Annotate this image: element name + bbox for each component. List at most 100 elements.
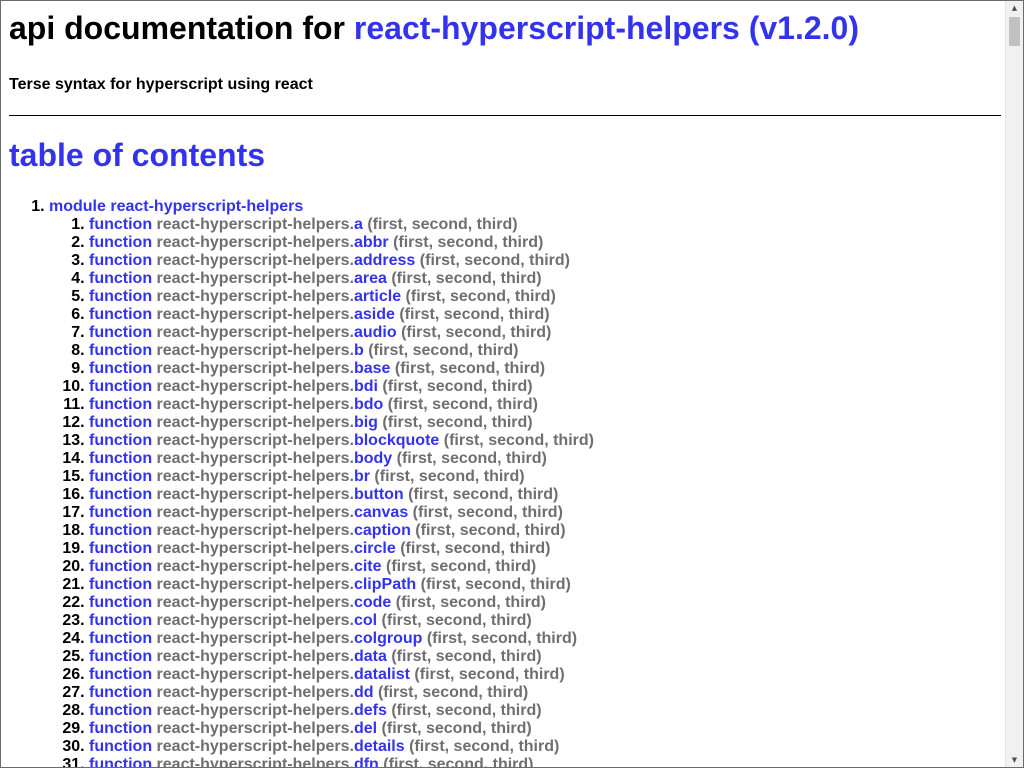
function-namespace: react-hyperscript-helpers. xyxy=(156,234,354,251)
function-keyword-link[interactable]: function xyxy=(89,252,152,269)
function-args: (first, second, third) xyxy=(383,756,534,768)
function-keyword-link[interactable]: function xyxy=(89,612,152,629)
function-keyword-link[interactable]: function xyxy=(89,468,152,485)
function-name-link[interactable]: caption xyxy=(354,522,411,539)
package-link[interactable]: react-hyperscript-helpers (v1.2.0) xyxy=(354,10,859,46)
scroll-down-arrow-icon[interactable]: ▼ xyxy=(1006,753,1023,767)
function-namespace: react-hyperscript-helpers. xyxy=(156,630,354,647)
function-keyword-link[interactable]: function xyxy=(89,648,152,665)
function-name-link[interactable]: dd xyxy=(354,684,374,701)
function-name-link[interactable]: circle xyxy=(354,540,396,557)
function-namespace: react-hyperscript-helpers. xyxy=(156,414,354,431)
function-name-link[interactable]: details xyxy=(354,738,405,755)
function-keyword-link[interactable]: function xyxy=(89,378,152,395)
function-keyword-link[interactable]: function xyxy=(89,666,152,683)
function-name-link[interactable]: a xyxy=(354,216,363,233)
function-keyword-link[interactable]: function xyxy=(89,756,152,767)
function-args: (first, second, third) xyxy=(412,504,563,521)
function-name-link[interactable]: body xyxy=(354,450,392,467)
function-args: (first, second, third) xyxy=(391,648,542,665)
function-keyword-link[interactable]: function xyxy=(89,504,152,521)
function-name-link[interactable]: br xyxy=(354,468,370,485)
function-keyword-link[interactable]: function xyxy=(89,414,152,431)
function-namespace: react-hyperscript-helpers. xyxy=(156,684,354,701)
function-list-item: function react-hyperscript-helpers.cite … xyxy=(89,558,1001,576)
function-namespace: react-hyperscript-helpers. xyxy=(156,540,354,557)
function-name-link[interactable]: datalist xyxy=(354,666,410,683)
function-args: (first, second, third) xyxy=(401,324,552,341)
function-keyword-link[interactable]: function xyxy=(89,450,152,467)
function-keyword-link[interactable]: function xyxy=(89,702,152,719)
function-namespace: react-hyperscript-helpers. xyxy=(156,702,354,719)
scroll-up-arrow-icon[interactable]: ▲ xyxy=(1006,1,1023,15)
function-name-link[interactable]: audio xyxy=(354,324,397,341)
function-name-link[interactable]: base xyxy=(354,360,390,377)
function-namespace: react-hyperscript-helpers. xyxy=(156,576,354,593)
function-list-item: function react-hyperscript-helpers.colgr… xyxy=(89,630,1001,648)
function-args: (first, second, third) xyxy=(391,270,542,287)
function-keyword-link[interactable]: function xyxy=(89,360,152,377)
function-keyword-link[interactable]: function xyxy=(89,342,152,359)
function-name-link[interactable]: abbr xyxy=(354,234,389,251)
function-args: (first, second, third) xyxy=(426,630,578,647)
function-keyword-link[interactable]: function xyxy=(89,738,152,755)
module-link[interactable]: module react-hyperscript-helpers xyxy=(49,198,303,215)
function-list-item: function react-hyperscript-helpers.body … xyxy=(89,450,1001,468)
function-keyword-link[interactable]: function xyxy=(89,576,152,593)
function-keyword-link[interactable]: function xyxy=(89,432,152,449)
function-name-link[interactable]: bdi xyxy=(354,378,378,395)
function-list-item: function react-hyperscript-helpers.col (… xyxy=(89,612,1001,630)
function-keyword-link[interactable]: function xyxy=(89,540,152,557)
function-namespace: react-hyperscript-helpers. xyxy=(156,648,354,665)
function-args: (first, second, third) xyxy=(368,342,519,359)
function-name-link[interactable]: bdo xyxy=(354,396,383,413)
function-name-link[interactable]: aside xyxy=(354,306,395,323)
function-list-item: function react-hyperscript-helpers.aside… xyxy=(89,306,1001,324)
function-name-link[interactable]: button xyxy=(354,486,404,503)
function-name-link[interactable]: dfn xyxy=(354,756,379,767)
function-name-link[interactable]: b xyxy=(354,342,364,359)
function-keyword-link[interactable]: function xyxy=(89,630,152,647)
scrollbar-thumb[interactable] xyxy=(1009,17,1020,46)
function-name-link[interactable]: defs xyxy=(354,702,387,719)
function-args: (first, second, third) xyxy=(405,288,556,305)
function-keyword-link[interactable]: function xyxy=(89,720,152,737)
function-name-link[interactable]: clipPath xyxy=(354,576,416,593)
function-name-link[interactable]: data xyxy=(354,648,387,665)
function-args: (first, second, third) xyxy=(385,558,537,575)
function-keyword-link[interactable]: function xyxy=(89,324,152,341)
page-title: api documentation for react-hyperscript-… xyxy=(9,10,1001,47)
function-name-link[interactable]: area xyxy=(354,270,387,287)
vertical-scrollbar[interactable]: ▲ ▼ xyxy=(1005,1,1023,767)
function-keyword-link[interactable]: function xyxy=(89,306,152,323)
function-keyword-link[interactable]: function xyxy=(89,522,152,539)
function-list-item: function react-hyperscript-helpers.clipP… xyxy=(89,576,1001,594)
function-args: (first, second, third) xyxy=(381,612,532,629)
function-name-link[interactable]: big xyxy=(354,414,378,431)
function-name-link[interactable]: colgroup xyxy=(354,630,422,647)
function-name-link[interactable]: cite xyxy=(354,558,382,575)
function-keyword-link[interactable]: function xyxy=(89,486,152,503)
toc-module-item: module react-hyperscript-helpers functio… xyxy=(49,198,1001,768)
function-keyword-link[interactable]: function xyxy=(89,216,152,233)
function-args: (first, second, third) xyxy=(391,702,542,719)
function-keyword-link[interactable]: function xyxy=(89,594,152,611)
function-name-link[interactable]: article xyxy=(354,288,401,305)
function-namespace: react-hyperscript-helpers. xyxy=(156,306,354,323)
function-name-link[interactable]: blockquote xyxy=(354,432,439,449)
function-name-link[interactable]: del xyxy=(354,720,377,737)
function-list-item: function react-hyperscript-helpers.area … xyxy=(89,270,1001,288)
function-keyword-link[interactable]: function xyxy=(89,288,152,305)
function-keyword-link[interactable]: function xyxy=(89,234,152,251)
function-name-link[interactable]: col xyxy=(354,612,377,629)
function-keyword-link[interactable]: function xyxy=(89,270,152,287)
browser-viewport: api documentation for react-hyperscript-… xyxy=(0,0,1024,768)
function-name-link[interactable]: address xyxy=(354,252,415,269)
function-keyword-link[interactable]: function xyxy=(89,684,152,701)
function-keyword-link[interactable]: function xyxy=(89,396,152,413)
function-args: (first, second, third) xyxy=(382,378,533,395)
function-keyword-link[interactable]: function xyxy=(89,558,152,575)
function-name-link[interactable]: canvas xyxy=(354,504,408,521)
function-list-item: function react-hyperscript-helpers.abbr … xyxy=(89,234,1001,252)
function-name-link[interactable]: code xyxy=(354,594,391,611)
